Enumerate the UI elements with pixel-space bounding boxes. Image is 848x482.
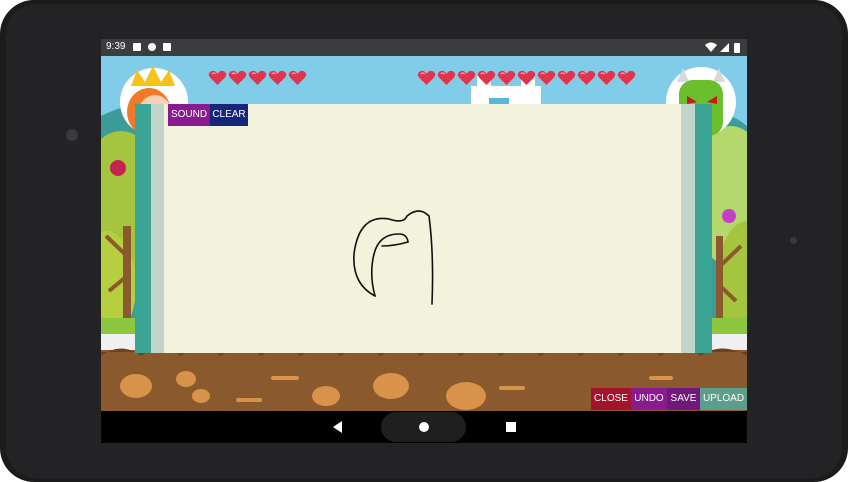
wifi-icon <box>705 42 717 52</box>
signal-icon <box>720 43 729 52</box>
status-right-icons <box>705 42 740 53</box>
drawing-canvas[interactable] <box>164 104 681 353</box>
back-icon[interactable] <box>331 420 345 434</box>
app-icon <box>148 43 156 51</box>
upload-button[interactable]: UPLOAD <box>700 388 747 410</box>
sd-card-icon <box>163 43 171 51</box>
recents-icon[interactable] <box>505 421 517 433</box>
heart-icon <box>617 70 636 90</box>
game-area: SOUND CLEAR CLOSE UNDO SAVE UPLOAD <box>101 56 747 411</box>
front-camera <box>66 129 78 141</box>
scroll-left-roller <box>135 104 164 353</box>
heart-icon <box>597 70 616 90</box>
heart-icon <box>557 70 576 90</box>
heart-icon <box>477 70 496 90</box>
status-time: 9:39 <box>106 41 126 52</box>
battery-icon <box>734 43 740 53</box>
screen: 9:39 SOUND CLEAR CLOSE UNDO SAVE UPLOAD <box>101 39 747 443</box>
sound-button[interactable]: SOUND <box>168 104 210 126</box>
close-button[interactable]: CLOSE <box>591 388 631 410</box>
crown-icon <box>131 66 175 86</box>
notification-icon <box>133 43 141 51</box>
sensor <box>790 237 797 244</box>
heart-icon <box>228 70 247 90</box>
heart-icon <box>537 70 556 90</box>
heart-icon <box>457 70 476 90</box>
undo-button[interactable]: UNDO <box>631 388 667 410</box>
princess-hearts <box>208 70 307 90</box>
drawing-stroke <box>353 210 434 305</box>
heart-icon <box>497 70 516 90</box>
status-bar: 9:39 <box>101 39 747 56</box>
monster-hearts <box>417 70 636 90</box>
heart-icon <box>248 70 267 90</box>
heart-icon <box>288 70 307 90</box>
heart-icon <box>417 70 436 90</box>
save-button[interactable]: SAVE <box>667 388 700 410</box>
tablet-frame: 9:39 SOUND CLEAR CLOSE UNDO SAVE UPLOAD <box>0 0 848 482</box>
navigation-bar <box>101 411 747 443</box>
home-icon[interactable] <box>418 421 430 433</box>
heart-icon <box>437 70 456 90</box>
heart-icon <box>517 70 536 90</box>
heart-icon <box>208 70 227 90</box>
scroll-right-roller <box>681 104 712 353</box>
heart-icon <box>268 70 287 90</box>
clear-button[interactable]: CLEAR <box>210 104 248 126</box>
heart-icon <box>577 70 596 90</box>
